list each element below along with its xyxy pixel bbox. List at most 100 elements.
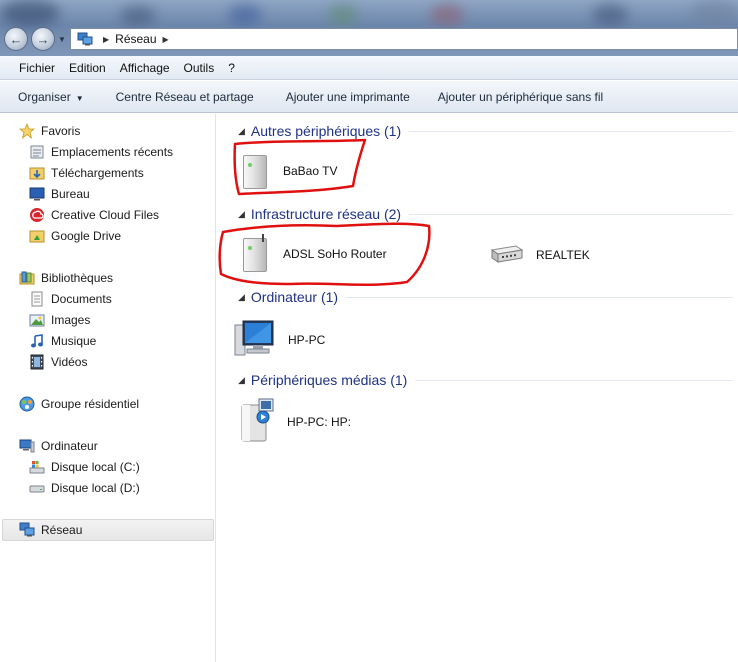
sidebar-item-google-drive[interactable]: Google Drive [29,226,121,246]
sidebar-item-documents[interactable]: Documents [29,289,112,309]
documents-icon [29,291,45,307]
collapse-arrow-icon[interactable]: ◢ [238,375,245,386]
sidebar-item-network[interactable]: Réseau [19,520,82,540]
add-printer-button[interactable]: Ajouter une imprimante [266,90,422,104]
group-title: Autres périphériques (1) [250,123,402,139]
network-center-button[interactable]: Centre Réseau et partage [96,90,266,104]
navigation-pane: Favoris Emplacements récents Téléchargem… [0,114,216,662]
sidebar-item-images[interactable]: Images [29,310,90,330]
arrow-left-icon: ← [9,31,23,47]
device-label: HP-PC: HP: [287,414,352,429]
sidebar-label: Creative Cloud Files [51,208,160,222]
sidebar-item-music[interactable]: Musique [29,331,96,351]
device-label: BaBao TV [283,164,338,178]
breadcrumb-network[interactable]: Réseau [115,32,156,46]
arrow-right-icon: → [36,31,50,47]
sidebar-item-creative-cloud[interactable]: Creative Cloud Files [29,205,159,225]
device-label: HP-PC [288,332,326,347]
sidebar-label: Vidéos [51,355,88,369]
system-drive-icon [29,459,45,475]
sidebar-label: Images [51,313,91,327]
sidebar-label: Musique [51,334,97,348]
group-divider [346,296,733,298]
sidebar-item-favorites[interactable]: Favoris [18,121,81,141]
media-server-icon [239,397,277,446]
sidebar-item-videos[interactable]: Vidéos [29,352,87,372]
menu-file[interactable]: Fichier [12,61,62,75]
sidebar-item-drive-d[interactable]: Disque local (D:) [29,478,140,498]
computer-icon [233,317,277,362]
group-header-network-infrastructure[interactable]: ◢ Infrastructure réseau (2) [238,205,733,223]
sidebar-label: Google Drive [51,229,122,243]
device-item-realtek[interactable]: REALTEK [488,240,590,269]
video-film-icon [29,354,45,370]
content-pane: ◢ Autres périphériques (1) BaBao TV ◢ In… [217,114,738,662]
group-divider [409,130,733,132]
libraries-icon [19,270,35,286]
network-switch-icon [488,240,524,269]
sidebar-label: Groupe résidentiel [41,397,140,411]
device-item-hp-pc[interactable]: HP-PC [233,317,325,362]
sidebar-label: Ordinateur [41,439,98,453]
network-icon [77,32,93,46]
homegroup-icon [19,396,35,412]
forward-button[interactable]: → [31,27,55,51]
hard-drive-icon [29,480,45,496]
group-header-computer[interactable]: ◢ Ordinateur (1) [238,288,733,306]
sidebar-item-homegroup[interactable]: Groupe résidentiel [19,394,139,414]
device-item-adsl-router[interactable]: ADSL SoHo Router [241,234,387,274]
breadcrumb-separator-icon[interactable]: ▶ [103,35,109,44]
device-item-hp-media[interactable]: HP-PC: HP: [239,397,351,446]
device-label: ADSL SoHo Router [283,247,387,261]
collapse-arrow-icon[interactable]: ◢ [238,126,245,137]
computer-icon [19,438,35,454]
window-title-bar: ← → ▼ ▶ Réseau ▶ [0,0,738,56]
collapse-arrow-icon[interactable]: ◢ [238,292,245,303]
menu-edit[interactable]: Edition [62,61,113,75]
sidebar-item-recent-places[interactable]: Emplacements récents [29,142,173,162]
star-icon [18,122,36,140]
group-title: Ordinateur (1) [250,289,339,305]
menu-help[interactable]: ? [221,61,242,75]
add-wireless-button[interactable]: Ajouter un périphérique sans fil [422,90,615,104]
sidebar-item-drive-c[interactable]: Disque local (C:) [29,457,140,477]
group-divider [409,213,733,215]
music-note-icon [29,333,45,349]
device-label: REALTEK [536,247,590,262]
address-bar[interactable]: ▶ Réseau ▶ [70,28,738,50]
sidebar-label: Documents [51,292,112,306]
group-header-other-devices[interactable]: ◢ Autres périphériques (1) [238,122,733,140]
sidebar-label: Téléchargements [51,166,144,180]
collapse-arrow-icon[interactable]: ◢ [238,209,245,220]
recent-places-icon [29,144,45,160]
command-bar: Organiser ▼ Centre Réseau et partage Ajou… [0,81,738,113]
sidebar-item-downloads[interactable]: Téléchargements [29,163,144,183]
back-button[interactable]: ← [4,27,28,51]
sidebar-label: Favoris [41,124,81,138]
chevron-down-icon: ▼ [75,93,84,103]
sidebar-item-desktop[interactable]: Bureau [29,184,90,204]
sidebar-label: Bureau [51,187,90,201]
sidebar-label: Disque local (C:) [51,460,140,474]
group-header-media-devices[interactable]: ◢ Périphériques médias (1) [238,371,733,389]
sidebar-item-computer[interactable]: Ordinateur [19,436,98,456]
images-icon [29,312,45,328]
sidebar-label: Réseau [41,523,83,537]
group-divider [415,379,733,381]
menu-view[interactable]: Affichage [113,61,177,75]
organize-button[interactable]: Organiser ▼ [0,90,96,104]
group-title: Périphériques médias (1) [250,372,408,388]
menu-tools[interactable]: Outils [177,61,222,75]
downloads-folder-icon [29,165,45,181]
media-device-icon [241,151,271,191]
network-icon [19,522,35,538]
creative-cloud-icon [29,207,45,223]
group-title: Infrastructure réseau (2) [250,206,402,222]
history-dropdown-icon[interactable]: ▼ [58,35,66,44]
organize-label: Organiser [18,89,71,104]
device-item-babao-tv[interactable]: BaBao TV [241,151,337,191]
sidebar-label: Disque local (D:) [51,481,140,495]
breadcrumb-separator-icon[interactable]: ▶ [163,35,169,44]
sidebar-item-libraries[interactable]: Bibliothèques [19,268,113,288]
menu-bar: Fichier Edition Affichage Outils ? [0,56,738,80]
